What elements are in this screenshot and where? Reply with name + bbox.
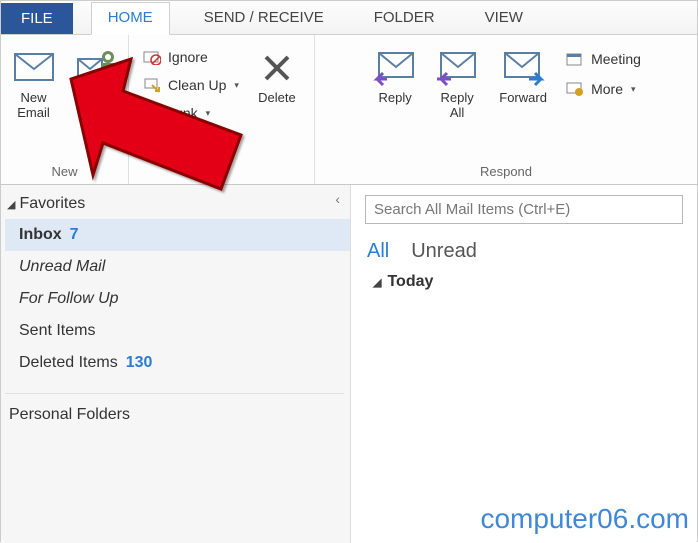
tab-home[interactable]: HOME xyxy=(91,2,170,35)
folder-pane: ‹ ◢ Favorites Inbox 7 Unread Mail For Fo… xyxy=(1,185,351,543)
personal-folders-label: Personal Folders xyxy=(9,406,130,424)
cleanup-button[interactable]: Clean Up ▾ xyxy=(138,73,243,97)
new-email-icon xyxy=(14,45,54,91)
folder-count: 130 xyxy=(126,354,153,372)
cleanup-label: Clean Up xyxy=(168,77,226,93)
group-label-respond: Respond xyxy=(480,162,532,182)
meeting-button[interactable]: Meeting xyxy=(561,47,645,71)
filter-bar: All Unread xyxy=(367,240,683,263)
new-items-button[interactable]: New Items xyxy=(68,43,124,123)
more-icon xyxy=(565,79,585,99)
new-email-label: New Email xyxy=(17,91,50,123)
tab-file[interactable]: FILE xyxy=(1,3,73,34)
search-input[interactable]: Search All Mail Items (Ctrl+E) xyxy=(365,195,683,224)
delete-label: Delete xyxy=(258,91,296,123)
group-label-new: New xyxy=(51,162,77,182)
filter-unread[interactable]: Unread xyxy=(411,240,477,263)
favorites-label: Favorites xyxy=(19,195,85,213)
message-list-pane: Search All Mail Items (Ctrl+E) All Unrea… xyxy=(351,185,697,543)
ribbon-group-delete: Ignore Clean Up ▾ Junk ▾ xyxy=(129,35,315,184)
ribbon-tabbar: FILE HOME SEND / RECEIVE FOLDER VIEW xyxy=(1,1,697,35)
chevron-down-icon: ▾ xyxy=(206,108,211,119)
main-area: ‹ ◢ Favorites Inbox 7 Unread Mail For Fo… xyxy=(1,185,697,543)
junk-icon xyxy=(142,103,162,123)
ignore-icon xyxy=(142,47,162,67)
tab-folder[interactable]: FOLDER xyxy=(358,3,451,34)
folder-for-follow-up[interactable]: For Follow Up xyxy=(5,283,350,315)
more-button[interactable]: More ▾ xyxy=(561,77,645,101)
folder-inbox[interactable]: Inbox 7 xyxy=(5,219,350,251)
folder-label: Sent Items xyxy=(19,322,95,340)
folder-deleted-items[interactable]: Deleted Items 130 xyxy=(5,347,350,379)
tab-view[interactable]: VIEW xyxy=(469,3,539,34)
new-email-button[interactable]: New Email xyxy=(6,43,62,123)
ribbon-group-new: New Email New Items New xyxy=(1,35,129,184)
new-items-icon xyxy=(76,45,116,91)
favorites-header[interactable]: ◢ Favorites xyxy=(5,189,350,219)
chevron-down-icon: ▾ xyxy=(234,80,239,91)
delete-button[interactable]: Delete xyxy=(249,43,305,123)
forward-label: Forward xyxy=(499,91,547,123)
personal-folders-header[interactable]: Personal Folders xyxy=(5,400,350,430)
junk-label: Junk xyxy=(168,105,198,121)
meeting-label: Meeting xyxy=(591,51,641,67)
expand-icon: ◢ xyxy=(7,198,15,211)
chevron-down-icon: ▾ xyxy=(631,84,636,95)
ignore-label: Ignore xyxy=(168,49,208,65)
forward-icon xyxy=(501,45,545,91)
ribbon: New Email New Items New xyxy=(1,35,697,185)
ignore-button[interactable]: Ignore xyxy=(138,45,243,69)
filter-all[interactable]: All xyxy=(367,240,389,263)
delete-icon xyxy=(260,45,294,91)
folder-sent-items[interactable]: Sent Items xyxy=(5,315,350,347)
reply-all-button[interactable]: Reply All xyxy=(429,43,485,123)
reply-all-label: Reply All xyxy=(440,91,473,123)
expand-icon: ◢ xyxy=(373,276,381,289)
forward-button[interactable]: Forward xyxy=(491,43,555,123)
junk-button[interactable]: Junk ▾ xyxy=(138,101,243,125)
date-group-today[interactable]: ◢ Today xyxy=(373,273,683,291)
group-label-delete xyxy=(220,162,224,182)
meeting-icon xyxy=(565,49,585,69)
more-label: More xyxy=(591,81,623,97)
ribbon-group-respond: Reply Reply All Forward Meetin xyxy=(315,35,697,184)
folder-label: Inbox xyxy=(19,226,62,244)
reply-label: Reply xyxy=(378,91,411,123)
reply-icon xyxy=(373,45,417,91)
reply-button[interactable]: Reply xyxy=(367,43,423,123)
collapse-pane-button[interactable]: ‹ xyxy=(335,191,340,207)
folder-label: Unread Mail xyxy=(19,258,105,276)
cleanup-icon xyxy=(142,75,162,95)
folder-label: For Follow Up xyxy=(19,290,119,308)
tab-send-receive[interactable]: SEND / RECEIVE xyxy=(188,3,340,34)
reply-all-icon xyxy=(435,45,479,91)
date-group-label: Today xyxy=(387,273,433,291)
folder-unread-mail[interactable]: Unread Mail xyxy=(5,251,350,283)
folder-label: Deleted Items xyxy=(19,354,118,372)
folder-count: 7 xyxy=(70,226,79,244)
new-items-label: New Items xyxy=(80,91,112,123)
